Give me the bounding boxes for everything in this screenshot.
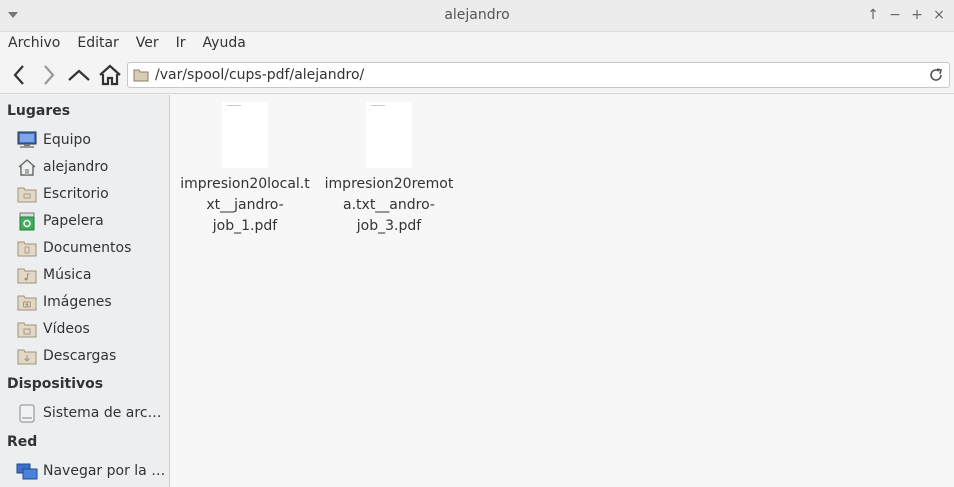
menu-ver[interactable]: Ver: [136, 32, 167, 54]
home-icon: [16, 156, 38, 178]
sidebar-item-label: Sistema de archivos: [43, 405, 167, 421]
trash-icon: [16, 210, 38, 232]
sidebar-item-equipo[interactable]: Equipo: [16, 128, 168, 152]
reload-icon[interactable]: [927, 66, 945, 84]
up-button[interactable]: [66, 62, 92, 88]
sidebar-item-papelera[interactable]: Papelera: [16, 209, 168, 233]
sidebar: Lugares Equipo alejandro Escritorio Pape…: [0, 95, 170, 487]
file-view[interactable]: impresion20local.t xt__jandro- job_1.pdf…: [171, 95, 954, 487]
forward-arrow-icon: [44, 65, 55, 85]
sidebar-item-documentos[interactable]: Documentos: [16, 236, 168, 260]
documents-folder-icon: [16, 237, 38, 259]
sidebar-item-label: Escritorio: [43, 186, 109, 202]
sidebar-item-navegar-por-la-red[interactable]: Navegar por la red: [16, 459, 168, 483]
file-name: impresion20local.t xt__jandro- job_1.pdf: [180, 176, 310, 234]
back-button[interactable]: [6, 62, 32, 88]
sidebar-item-escritorio[interactable]: Escritorio: [16, 182, 168, 206]
toolbar: /var/spool/cups-pdf/alejandro/: [0, 56, 954, 94]
title-bar: alejandro ↑ − + ×: [0, 0, 954, 32]
sidebar-item-label: Música: [43, 267, 92, 283]
home-icon: [99, 64, 121, 86]
network-header: Red: [7, 434, 38, 450]
minimize-button[interactable]: −: [886, 6, 904, 24]
folder-icon: [133, 67, 149, 87]
maximize-button[interactable]: +: [908, 6, 926, 24]
up-arrow-icon: [68, 69, 90, 81]
back-arrow-icon: [13, 65, 24, 85]
sidebar-item-sistema-de-archivos[interactable]: Sistema de archivos: [16, 401, 168, 425]
sidebar-item-musica[interactable]: Música: [16, 263, 168, 287]
menu-ayuda[interactable]: Ayuda: [203, 32, 254, 54]
pdf-file-icon: [366, 102, 412, 168]
file-item[interactable]: impresion20remot a.txt__andro- job_3.pdf: [321, 95, 457, 237]
file-item[interactable]: impresion20local.t xt__jandro- job_1.pdf: [177, 95, 313, 237]
drive-icon: [16, 402, 38, 424]
sidebar-item-label: Imágenes: [43, 294, 112, 310]
sidebar-item-label: Vídeos: [43, 321, 90, 337]
close-button[interactable]: ×: [930, 6, 948, 24]
computer-icon: [16, 129, 38, 151]
home-button[interactable]: [97, 62, 123, 88]
sidebar-item-imagenes[interactable]: Imágenes: [16, 290, 168, 314]
location-bar[interactable]: /var/spool/cups-pdf/alejandro/: [127, 62, 950, 88]
sidebar-item-label: Equipo: [43, 132, 91, 148]
places-header: Lugares: [7, 103, 71, 119]
videos-folder-icon: [16, 318, 38, 340]
sidebar-item-label: Papelera: [43, 213, 104, 229]
sidebar-item-alejandro[interactable]: alejandro: [16, 155, 168, 179]
window-title: alejandro: [444, 7, 510, 23]
network-icon: [16, 460, 38, 482]
sidebar-item-label: alejandro: [43, 159, 109, 175]
forward-button[interactable]: [36, 62, 62, 88]
desktop-folder-icon: [16, 183, 38, 205]
sidebar-item-descargas[interactable]: Descargas: [16, 344, 168, 368]
menu-archivo[interactable]: Archivo: [8, 32, 68, 54]
sidebar-item-label: Documentos: [43, 240, 132, 256]
sidebar-item-label: Navegar por la red: [43, 463, 167, 479]
sidebar-item-label: Descargas: [43, 348, 117, 364]
music-folder-icon: [16, 264, 38, 286]
menu-ir[interactable]: Ir: [176, 32, 194, 54]
sidebar-item-videos[interactable]: Vídeos: [16, 317, 168, 341]
pictures-folder-icon: [16, 291, 38, 313]
devices-header: Dispositivos: [7, 376, 104, 392]
downloads-folder-icon: [16, 345, 38, 367]
menu-bar: Archivo Editar Ver Ir Ayuda: [0, 32, 954, 54]
file-name: impresion20remot a.txt__andro- job_3.pdf: [324, 176, 454, 234]
keep-above-button[interactable]: ↑: [864, 6, 882, 24]
pdf-file-icon: [222, 102, 268, 168]
menu-editar[interactable]: Editar: [77, 32, 126, 54]
location-path[interactable]: /var/spool/cups-pdf/alejandro/: [155, 67, 364, 83]
